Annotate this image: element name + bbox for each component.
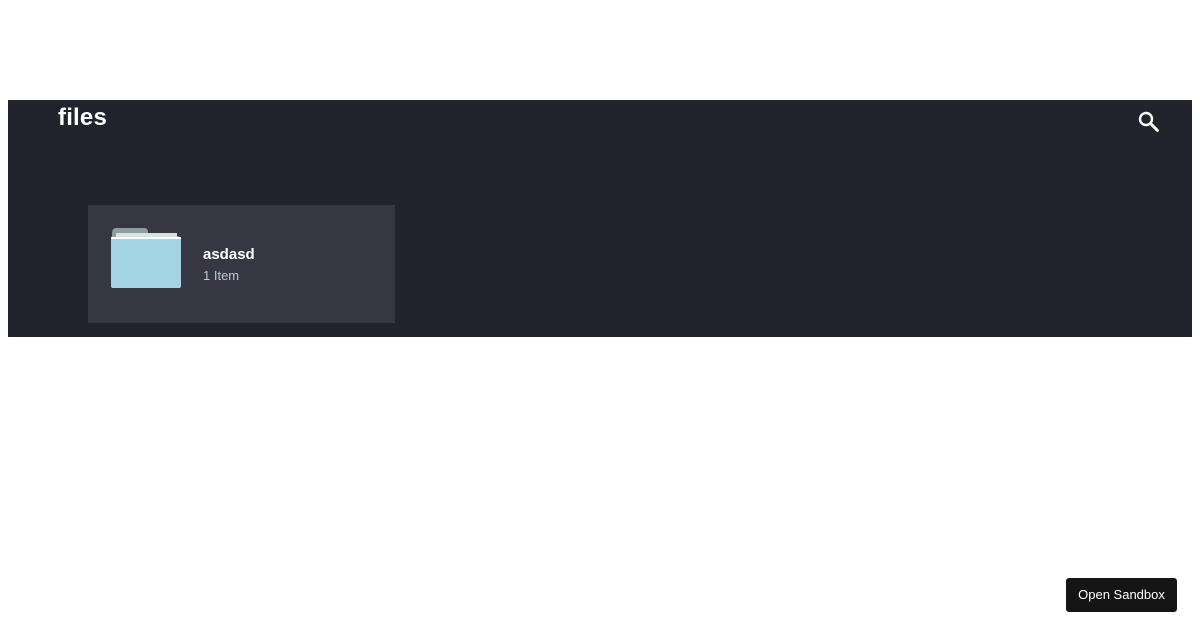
folder-card[interactable]: asdasd 1 Item <box>88 205 395 323</box>
page-title: files <box>58 104 108 131</box>
file-browser-panel: files asdasd 1 Item <box>8 100 1192 337</box>
folder-item-count: 1 Item <box>203 268 240 283</box>
search-button[interactable] <box>1137 110 1161 134</box>
search-icon <box>1138 111 1159 132</box>
folder-icon <box>111 228 181 288</box>
open-sandbox-button[interactable]: Open Sandbox <box>1066 578 1177 612</box>
folder-name: asdasd <box>203 246 255 263</box>
page: files asdasd 1 Item Open Sandbox <box>0 0 1200 630</box>
